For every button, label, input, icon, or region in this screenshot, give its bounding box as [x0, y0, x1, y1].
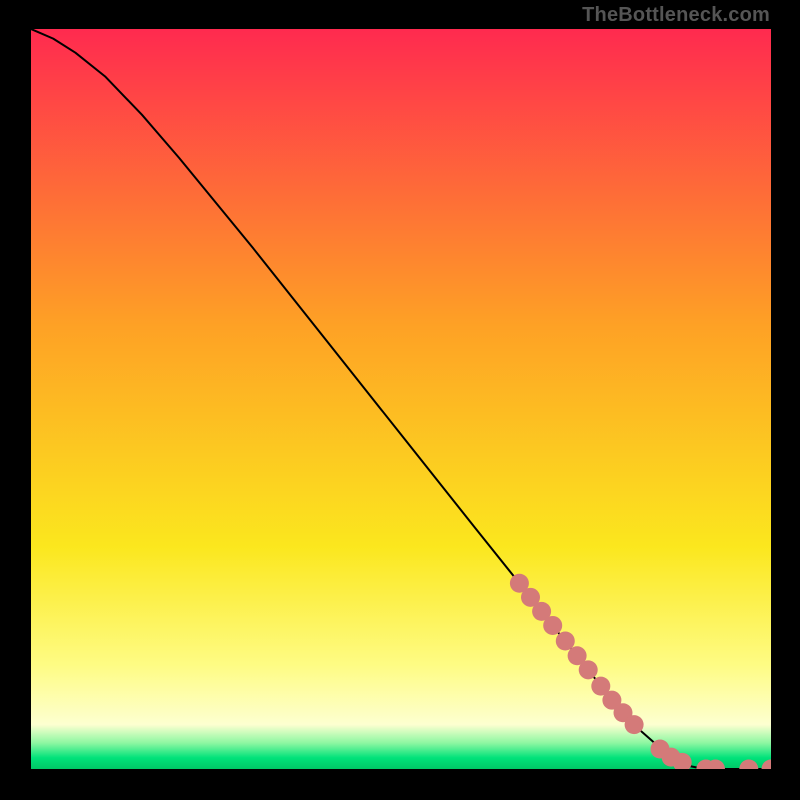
data-marker [625, 715, 644, 734]
data-marker [579, 660, 598, 679]
chart-container: TheBottleneck.com [0, 0, 800, 800]
plot-area [31, 29, 771, 769]
data-marker [556, 631, 575, 650]
watermark-text: TheBottleneck.com [582, 4, 770, 27]
gradient-background [31, 29, 771, 769]
data-marker [543, 616, 562, 635]
chart-svg [31, 29, 771, 769]
